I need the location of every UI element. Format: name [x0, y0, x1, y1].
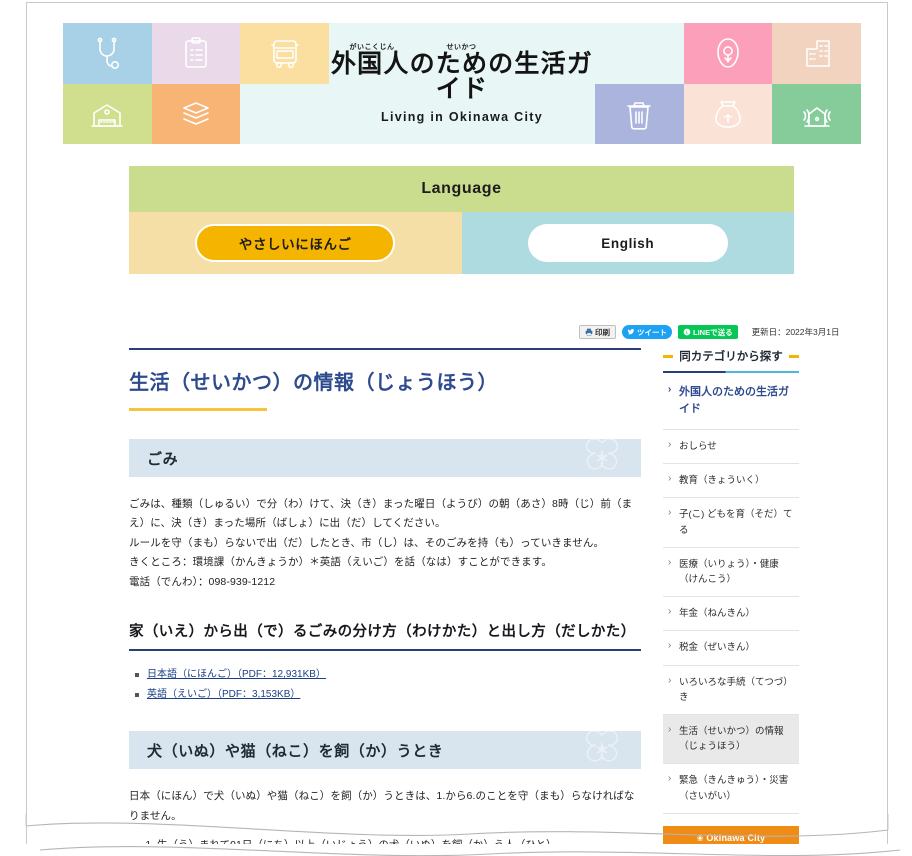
section-body-pets: 日本（にほん）で犬（いぬ）や猫（ねこ）を飼（か）うときは、1.から6.のことを守…: [129, 787, 641, 826]
main-column: 生活（せいかつ）の情報（じょうほう） ごみ ごみは、種類（しゅるい）で分（わ）け…: [129, 348, 641, 844]
money-bag-icon: [683, 83, 773, 144]
baby-icon: [683, 23, 773, 84]
hibiscus-mark-icon: ❀: [696, 833, 704, 843]
list-item: 生（う）まれて91日（にち）以上（いじょう）の犬（いぬ）を飼（か）う人（ひと） …: [157, 836, 641, 844]
sidebar-item-education[interactable]: 教育（きょういく）: [663, 464, 799, 499]
sidebar: 同カテゴリから探す 外国人のための生活ガイド おしらせ 教育（きょういく） 子(…: [663, 348, 799, 844]
print-label: 印刷: [595, 327, 610, 337]
printer-icon: [585, 328, 593, 336]
books-icon: [151, 83, 241, 144]
sub-heading-garbage-sorting: 家（いえ）から出（で）るごみの分け方（わけかた）と出し方（だしかた）: [129, 620, 641, 652]
share-toolbar: 印刷 ツイート L LINEで送る 更新日：2022年3月1日: [579, 325, 839, 339]
line-icon: L: [683, 328, 691, 336]
easy-japanese-button[interactable]: やさしいにほんご: [195, 224, 396, 262]
sidebar-item-living-info[interactable]: 生活（せいかつ）の情報（じょうほう）: [663, 714, 799, 765]
trash-icon: [595, 83, 684, 144]
content-area: 生活（せいかつ）の情報（じょうほう） ごみ ごみは、種類（しゅるい）で分（わ）け…: [129, 348, 829, 844]
earthquake-house-icon: [772, 83, 861, 144]
language-header: Language: [129, 166, 794, 212]
stethoscope-icon: [63, 23, 152, 84]
list-item: 日本語（にほんご）（PDF：12,931KB）: [135, 665, 641, 685]
sidebar-item-tax[interactable]: 税金（ぜいきん）: [663, 631, 799, 666]
sidebar-item-pension[interactable]: 年金（ねんきん）: [663, 597, 799, 632]
school-icon: [63, 83, 152, 144]
body-line: ルールを守（まも）らないで出（だ）したとき、市（し）は、そのごみを持（も）ってい…: [129, 536, 605, 549]
line-share-button[interactable]: L LINEで送る: [678, 325, 738, 339]
section-heading-label: 犬（いぬ）や猫（ねこ）を飼（か）うとき: [147, 742, 444, 760]
dash-left-icon: [663, 354, 674, 358]
tweet-button[interactable]: ツイート: [622, 325, 672, 339]
hibiscus-watermark-icon: [585, 439, 619, 470]
twitter-bird-icon: [627, 328, 635, 336]
banner-line-1-label: Okinawa City: [706, 832, 766, 843]
pdf-link-english[interactable]: 英語（えいご）（PDF：3,153KB）: [147, 689, 300, 700]
hero-subtitle: Living in Okinawa City: [381, 109, 543, 124]
hero-title: 外国人のための生活ガイド: [330, 49, 593, 103]
update-date: 更新日：2022年3月1日: [751, 327, 840, 337]
body-line: 電話（でんわ）：098-939-1212: [129, 575, 276, 588]
english-button[interactable]: English: [527, 224, 728, 262]
dash-right-icon: [788, 354, 799, 358]
body-line: ごみは、種類（しゅるい）で分（わ）けて、決（き）まった曜日（ようび）の朝（あさ）…: [129, 498, 633, 530]
tweet-label: ツイート: [637, 327, 667, 337]
section-header-gomi: ごみ: [129, 439, 641, 477]
title-divider: [129, 348, 641, 350]
language-selector: Language やさしいにほんご English: [129, 166, 794, 274]
sidebar-title-label: 同カテゴリから探す: [679, 351, 783, 363]
section-header-pets: 犬（いぬ）や猫（ねこ）を飼（か）うとき: [129, 731, 641, 770]
document-page: がいこくじん せいかつ 外国人のための生活ガイド Living in Okina…: [26, 2, 888, 844]
language-option-english[interactable]: English: [461, 212, 794, 274]
line-label: LINEで送る: [693, 327, 733, 337]
blank-tile: [595, 23, 684, 84]
title-underline-accent: [129, 408, 267, 411]
pets-rules-list: 生（う）まれて91日（にち）以上（いじょう）の犬（いぬ）を飼（か）う人（ひと） …: [129, 836, 641, 844]
hero-tiles-left: [63, 23, 329, 144]
body-line: 日本（にほん）で犬（いぬ）や猫（ねこ）を飼（か）うときは、1.から6.のことを守…: [129, 790, 635, 822]
sidebar-item-emergency-disaster[interactable]: 緊急（きんきゅう）・災害（さいがい）: [663, 764, 799, 814]
pdf-link-list: 日本語（にほんご）（PDF：12,931KB） 英語（えいご）（PDF：3,15…: [129, 665, 641, 705]
language-option-easy-japanese[interactable]: やさしいにほんご: [129, 212, 462, 274]
print-button[interactable]: 印刷: [579, 325, 616, 339]
hero-tiles-right: [595, 23, 861, 144]
list-item: 英語（えいご）（PDF：3,153KB）: [135, 685, 641, 705]
body-line: きくところ：環境課（かんきょうか）＊英語（えいご）を話（なは）すことができます。: [129, 556, 552, 569]
site-hero-banner: がいこくじん せいかつ 外国人のための生活ガイド Living in Okina…: [63, 23, 861, 144]
sidebar-title: 同カテゴリから探す: [663, 348, 799, 364]
building-icon: [772, 23, 861, 84]
pdf-link-japanese[interactable]: 日本語（にほんご）（PDF：12,931KB）: [147, 669, 326, 680]
sidebar-guidebook-banner[interactable]: ❀ Okinawa City Living in Okinawa City A …: [663, 825, 799, 844]
sidebar-item-childcare[interactable]: 子(こ) どもを育（そだ）てる: [663, 498, 799, 548]
sidebar-item-medical-health[interactable]: 医療（いりょう）・健康（けんこう）: [663, 548, 799, 598]
sidebar-item-news[interactable]: おしらせ: [663, 430, 799, 465]
section-heading-label: ごみ: [147, 450, 179, 468]
section-body-gomi: ごみは、種類（しゅるい）で分（わ）けて、決（き）まった曜日（ようび）の朝（あさ）…: [129, 495, 641, 592]
blank-tile: [240, 83, 329, 144]
sidebar-item-procedures[interactable]: いろいろな手続（てつづ）き: [663, 666, 799, 715]
page-title: 生活（せいかつ）の情報（じょうほう）: [129, 372, 498, 394]
banner-line-1: ❀ Okinawa City: [663, 833, 799, 843]
clipboard-icon: [151, 23, 241, 84]
hibiscus-watermark-icon: [585, 731, 619, 762]
sidebar-item-living-guide[interactable]: 外国人のための生活ガイド: [663, 373, 799, 431]
bus-icon: [240, 23, 329, 84]
language-options: やさしいにほんご English: [129, 212, 794, 274]
hero-title-block: がいこくじん せいかつ 外国人のための生活ガイド Living in Okina…: [329, 23, 595, 144]
